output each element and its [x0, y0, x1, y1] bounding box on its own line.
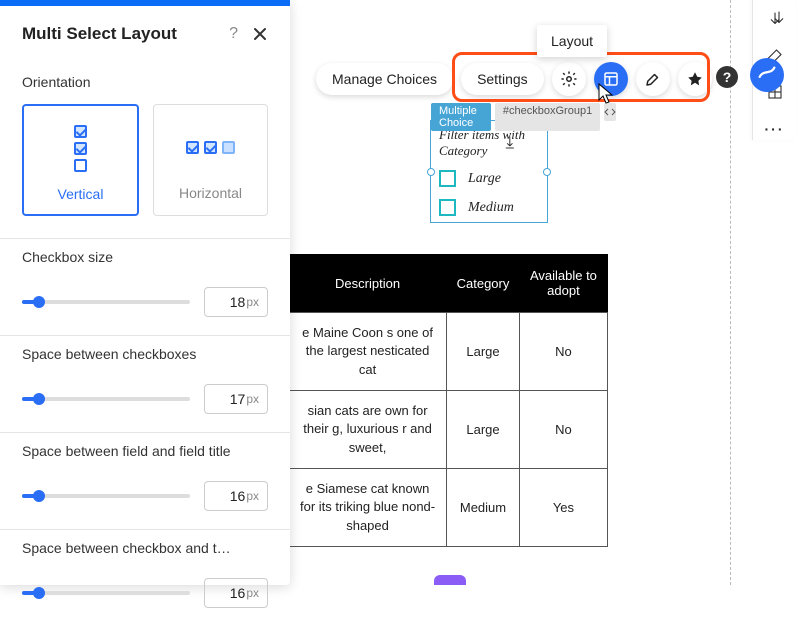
space-checkbox-text-slider[interactable]: [22, 591, 190, 595]
table-row: e Maine Coon s one of the largest nestic…: [289, 313, 608, 391]
orientation-vertical-label: Vertical: [34, 186, 127, 202]
orientation-horizontal-label: Horizontal: [164, 185, 257, 201]
multi-select-widget[interactable]: Multiple Choice #checkboxGroup1 Filter i…: [430, 120, 548, 223]
table-row: sian cats are own for their g, luxurious…: [289, 391, 608, 469]
space-checkboxes-slider[interactable]: [22, 397, 190, 401]
col-category: Category: [447, 254, 520, 313]
orientation-label: Orientation: [22, 74, 268, 90]
move-down-arrow-icon: [767, 6, 791, 30]
gear-icon[interactable]: [552, 62, 586, 96]
space-checkboxes-input[interactable]: 17px: [204, 384, 268, 414]
help-icon[interactable]: ?: [229, 25, 238, 43]
widget-id-tag: #checkboxGroup1: [495, 103, 600, 131]
close-icon[interactable]: [252, 26, 268, 42]
slider-label: Space between field and field title: [22, 443, 268, 459]
checkbox-size-input[interactable]: 18px: [204, 287, 268, 317]
panel-title: Multi Select Layout: [22, 24, 229, 44]
orientation-vertical[interactable]: Vertical: [22, 104, 139, 216]
orientation-horizontal[interactable]: Horizontal: [153, 104, 268, 216]
col-available: Available to adopt: [519, 254, 607, 313]
more-icon[interactable]: ···: [763, 118, 787, 141]
design-brush-icon[interactable]: [636, 62, 670, 96]
manage-choices-button[interactable]: Manage Choices: [316, 63, 453, 95]
help-badge-icon[interactable]: ?: [716, 66, 738, 88]
space-field-title-slider[interactable]: [22, 494, 190, 498]
slider-label: Space between checkboxes: [22, 346, 268, 362]
cursor-icon: [596, 82, 616, 109]
bottom-tab-icon[interactable]: [434, 575, 466, 585]
checkbox-icon[interactable]: [439, 199, 456, 216]
col-description: Description: [289, 254, 447, 313]
checkbox-size-slider[interactable]: [22, 300, 190, 304]
animation-icon[interactable]: [678, 62, 712, 96]
slider-label: Space between checkbox and t…: [22, 540, 268, 556]
settings-button[interactable]: Settings: [461, 63, 544, 95]
layout-settings-panel: Multi Select Layout ? Orientation Vertic…: [0, 0, 290, 585]
widget-type-tag: Multiple Choice: [431, 103, 491, 131]
widget-option[interactable]: Medium: [431, 193, 547, 222]
table-row: e Siamese cat known for its triking blue…: [289, 469, 608, 547]
layout-tooltip: Layout: [537, 25, 607, 57]
space-checkbox-text-input[interactable]: 16px: [204, 578, 268, 608]
slider-label: Checkbox size: [22, 249, 268, 265]
resize-handle-right[interactable]: [543, 168, 551, 176]
checkbox-icon[interactable]: [439, 170, 456, 187]
widget-option[interactable]: Large: [431, 164, 547, 193]
accessibility-icon[interactable]: [750, 58, 784, 92]
space-field-title-input[interactable]: 16px: [204, 481, 268, 511]
resize-handle-left[interactable]: [427, 168, 435, 176]
cats-table: Description Category Available to adopt …: [288, 254, 608, 547]
expand-down-icon[interactable]: [502, 134, 518, 240]
canvas-guide-line: [730, 0, 731, 585]
widget-toolbar: Manage Choices Settings: [316, 62, 712, 96]
